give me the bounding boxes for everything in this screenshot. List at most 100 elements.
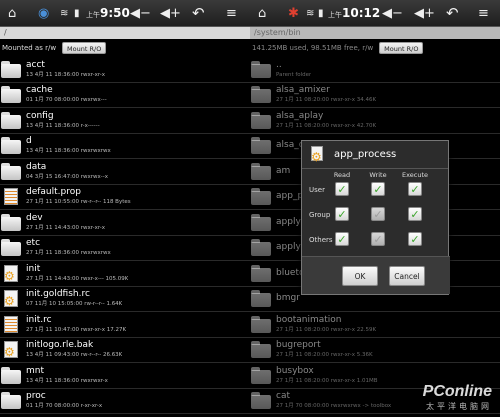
file-meta: 07 11月 10 15:05:00 rw-r--r-- 1.64K: [26, 301, 123, 308]
file-name: default.prop: [26, 187, 81, 198]
file-meta: 27 1月 11 18:36:00 rwxrwxrwx: [26, 250, 111, 257]
gear-file-icon: [1, 264, 21, 283]
folder-icon: [1, 366, 21, 384]
folder-icon: [251, 188, 271, 206]
folder-icon: [251, 86, 271, 104]
file-text: config 13 4月 11 18:36:00 r-x------: [26, 111, 100, 130]
permission-checkbox[interactable]: ✓: [408, 232, 422, 246]
file-row[interactable]: default.prop 27 1月 11 10:55:00 rw-r--r-- …: [0, 185, 250, 210]
file-meta: 27 1月 11 14:43:00 rwxr-xr-x: [26, 224, 106, 231]
mount-ro-button[interactable]: Mount R/O: [379, 41, 424, 54]
file-meta: 13 4月 11 18:36:00 r-x------: [26, 122, 100, 129]
file-row[interactable]: bugreport 27 1月 11 08:20:00 rwxr-xr-x 5.3…: [250, 338, 500, 363]
file-name: cache: [26, 85, 53, 96]
file-row[interactable]: d 13 4月 11 18:36:00 rwxrwxrwx: [0, 134, 250, 159]
mount-status: Mounted as r/w: [2, 43, 57, 52]
volume-up-icon[interactable]: ◀+: [160, 0, 181, 27]
file-meta: 27 1月 11 08:20:00 rwxr-xr-x 34.46K: [276, 97, 377, 104]
file-row[interactable]: initlogo.rle.bak13 4月 11 09:43:00 rw-r--…: [0, 338, 250, 363]
file-meta: 27 1月 11 08:20:00 rwxr-xr-x 5.36K: [276, 352, 373, 359]
volume-down-icon[interactable]: ◀−: [382, 0, 403, 27]
dialog-header: app_process: [302, 141, 448, 169]
file-row[interactable]: init.rc 27 1月 11 10:47:00 rwxr-xr-x 17.27…: [0, 312, 250, 338]
file-row[interactable]: init.goldfish.rc07 11月 10 15:05:00 rw-r-…: [0, 287, 250, 312]
permission-checkbox[interactable]: ✓: [371, 182, 385, 196]
file-meta: 27 1月 11 08:20:00 rwxr-xr-x 42.70K: [276, 122, 377, 129]
file-row[interactable]: etc 27 1月 11 18:36:00 rwxrwxrwx: [0, 236, 250, 261]
file-row[interactable]: acct 13 4月 11 18:36:00 rwxr-xr-x: [0, 57, 250, 83]
file-text: proc 01 1月 70 08:00:00 r-xr-xr-x: [26, 391, 102, 410]
permission-checkbox[interactable]: ✓: [335, 182, 349, 196]
dialog-title: app_process: [334, 149, 397, 160]
ok-button[interactable]: OK: [342, 266, 378, 286]
file-text: cat 27 1月 70 08:00:00 rwxrwxrwx -> toolbo…: [276, 391, 391, 410]
browser-icon[interactable]: ◉: [38, 0, 49, 27]
file-name: bmgr: [276, 293, 300, 304]
menu-icon[interactable]: ≡: [478, 0, 489, 27]
file-row[interactable]: alsa_aplay 27 1月 11 08:20:00 rwxr-xr-x 42…: [250, 108, 500, 134]
folder-icon: [1, 60, 21, 78]
file-meta: 13 4月 11 18:36:00 rwxrwxr-x: [26, 377, 108, 384]
file-row[interactable]: config 13 4月 11 18:36:00 r-x------: [0, 108, 250, 134]
mount-row: 141.25MB used, 98.51MB free, r/w Mount R…: [250, 39, 500, 56]
file-name: dev: [26, 212, 43, 223]
file-row[interactable]: alsa_amixer 27 1月 11 08:20:00 rwxr-xr-x 3…: [250, 83, 500, 108]
status-bar: ⌂ ◉ ≋ ▮ 上午 9:50 ◀− ◀+ ↶ ≡: [0, 0, 250, 27]
file-row[interactable]: init27 1月 11 14:43:00 rwxr-x--- 105.09K: [0, 261, 250, 287]
file-meta: 27 1月 11 08:20:00 rwxr-xr-x 1.01MB: [276, 377, 378, 384]
file-meta: 04 3月 15 16:47:00 rwxrwx--x: [26, 173, 108, 180]
file-name: acct: [26, 59, 45, 70]
file-meta: 27 1月 70 08:00:00 rwxrwxrwx -> toolbox: [276, 403, 392, 410]
file-meta: Parent folder: [276, 71, 312, 78]
folder-icon: [251, 239, 271, 257]
file-name: bootanimation: [276, 314, 342, 325]
permission-checkbox[interactable]: ✓: [335, 232, 349, 246]
watermark-logo: PConline 太平洋电脑网: [423, 383, 492, 412]
file-text: cache 01 1月 70 08:00:00 rwxrwx---: [26, 85, 107, 104]
file-row[interactable]: data 04 3月 15 16:47:00 rwxrwx--x: [0, 159, 250, 185]
mount-ro-button[interactable]: Mount R/O: [62, 41, 107, 54]
file-text: d 13 4月 11 18:36:00 rwxrwxrwx: [26, 136, 111, 155]
file-name: busybox: [276, 365, 314, 376]
home-icon[interactable]: ⌂: [258, 0, 266, 27]
file-row[interactable]: dev 27 1月 11 14:43:00 rwxr-xr-x: [0, 210, 250, 236]
file-meta: 27 1月 11 14:43:00 rwxr-x--- 105.09K: [26, 275, 129, 282]
file-text: init.rc 27 1月 11 10:47:00 rwxr-xr-x 17.27…: [26, 315, 126, 334]
path-bar: /: [0, 27, 250, 39]
home-icon[interactable]: ⌂: [8, 0, 16, 27]
permission-checkbox[interactable]: ✓: [408, 207, 422, 221]
storage-status: 141.25MB used, 98.51MB free, r/w: [252, 43, 374, 52]
file-meta: 01 1月 70 08:00:00 rwxrwx---: [26, 97, 107, 104]
folder-icon: [251, 392, 271, 410]
status-bar: ⌂ ✱ ≋ ▮ 上午 10:12 ◀− ◀+ ↶ ≡: [250, 0, 500, 27]
screen: ⌂ ◉ ≋ ▮ 上午 9:50 ◀− ◀+ ↶ ≡ / Mounted as r…: [0, 0, 500, 417]
file-meta: 27 1月 11 10:55:00 rw-r--r-- 118 Bytes: [26, 199, 131, 206]
file-row[interactable]: cache 01 1月 70 08:00:00 rwxrwx---: [0, 83, 250, 108]
folder-icon: [251, 366, 271, 384]
folder-icon: [251, 213, 271, 231]
file-name: am: [276, 165, 291, 176]
file-meta: 13 4月 11 18:36:00 rwxr-xr-x: [26, 71, 106, 78]
volume-down-icon[interactable]: ◀−: [130, 0, 151, 27]
file-name: ..: [276, 59, 282, 70]
menu-icon[interactable]: ≡: [226, 0, 237, 27]
file-row[interactable]: bootanimation 27 1月 11 08:20:00 rwxr-xr-x…: [250, 312, 500, 338]
file-meta: 27 1月 11 08:20:00 rwxr-xr-x 22.59K: [276, 326, 377, 333]
file-row[interactable]: proc 01 1月 70 08:00:00 r-xr-xr-x: [0, 389, 250, 414]
file-row[interactable]: .. Parent folder: [250, 57, 500, 83]
cancel-button[interactable]: Cancel: [389, 266, 425, 286]
file-text: am: [276, 166, 290, 177]
permissions-dialog: app_process Read Write Execute User ✓ ✓ ✓ Group…: [301, 140, 450, 295]
row-header: Others: [309, 236, 333, 244]
status-time: 9:50: [100, 6, 130, 20]
volume-up-icon[interactable]: ◀+: [414, 0, 435, 27]
back-icon[interactable]: ↶: [192, 0, 205, 27]
file-text: busybox 27 1月 11 08:20:00 rwxr-xr-x 1.01M…: [276, 366, 378, 385]
file-row[interactable]: mnt 13 4月 11 18:36:00 rwxrwxr-x: [0, 363, 250, 389]
permission-checkbox[interactable]: ✓: [408, 182, 422, 196]
back-icon[interactable]: ↶: [446, 0, 459, 27]
permission-checkbox[interactable]: ✓: [335, 207, 349, 221]
file-text: mnt 13 4月 11 18:36:00 rwxrwxr-x: [26, 366, 108, 385]
watermark-sub: 太平洋电脑网: [426, 402, 492, 411]
file-text: dev 27 1月 11 14:43:00 rwxr-xr-x: [26, 213, 105, 232]
